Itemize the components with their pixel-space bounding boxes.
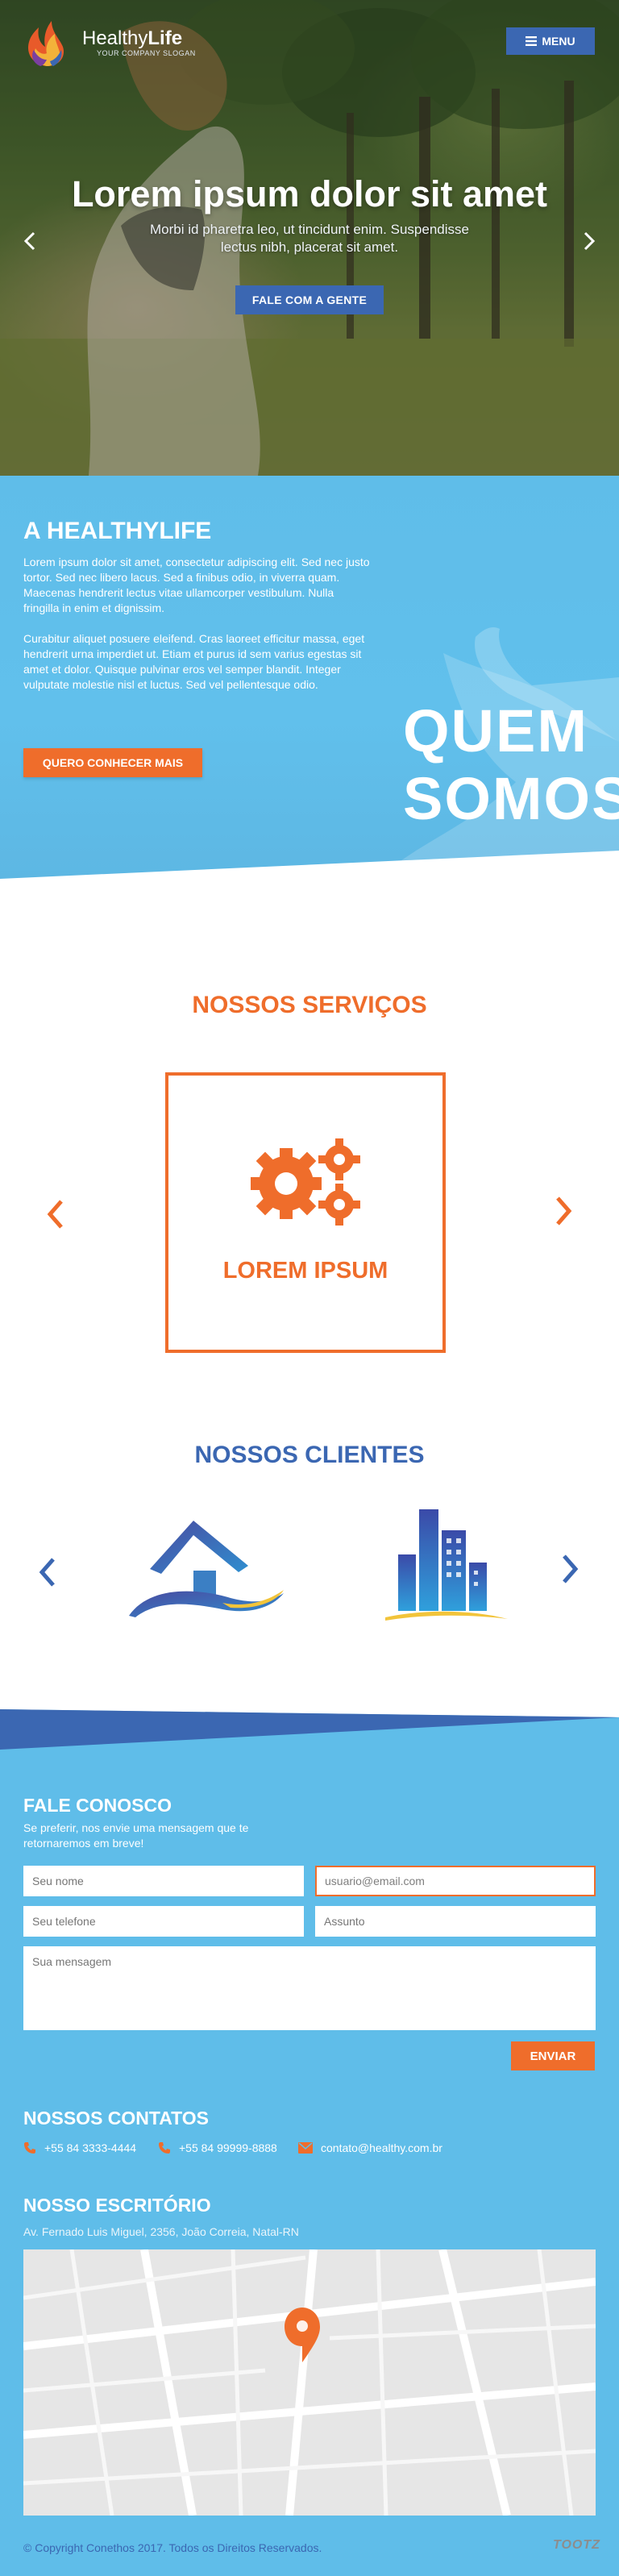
clients-next-icon[interactable] [556,1551,584,1587]
name-field[interactable] [23,1866,304,1896]
hero-banner: HealthyLife YOUR COMPANY SLOGAN MENU Lor… [0,0,619,476]
about-heading-line-1: QUEM [403,697,588,764]
flame-logo-icon [27,21,64,66]
phone-contact-1[interactable]: +55 84 3333-4444 [23,2141,136,2154]
learn-more-button[interactable]: QUERO CONHECER MAIS [23,748,202,777]
phone-icon [24,2142,35,2154]
footer-credit-logo[interactable]: TOOTZ [553,2538,600,2553]
email-field[interactable] [315,1866,596,1896]
about-paragraph-2: Curabitur aliquet posuere eleifend. Cras… [23,632,365,691]
gears-icon [251,1138,360,1226]
services-title: NOSSOS SERVIÇOS [192,992,427,1018]
about-heading-large: QUEM SOMOS [403,697,619,833]
hamburger-icon [526,36,538,46]
menu-button[interactable]: MENU [506,27,595,55]
client-buildings-logo[interactable] [382,1506,511,1627]
hero-subtitle: Morbi id pharetra leo, ut tincidunt enim… [150,222,469,255]
office-title: NOSSO ESCRITÓRIO [23,2195,211,2216]
message-field[interactable] [23,1946,596,2030]
contact-intro: Se preferir, nos envie uma mensagem que … [23,1821,249,1850]
service-card[interactable]: LOREM IPSUM [165,1072,446,1353]
send-button[interactable]: ENVIAR [511,2041,595,2070]
services-next-icon[interactable] [550,1193,577,1229]
phone-icon [159,2142,170,2154]
clients-prev-icon[interactable] [34,1554,61,1590]
logo[interactable]: HealthyLife YOUR COMPANY SLOGAN [23,18,196,68]
brand-tagline: YOUR COMPANY SLOGAN [97,49,196,57]
about-paragraph-1: Lorem ipsum dolor sit amet, consectetur … [23,556,370,614]
envelope-icon [298,2142,313,2154]
office-address: Av. Fernado Luis Miguel, 2356, João Corr… [23,2225,299,2238]
subject-field[interactable] [315,1906,596,1937]
footer-copyright: © Copyright Conethos 2017. Todos os Dire… [23,2541,322,2554]
chevron-right-icon[interactable] [580,229,598,253]
service-card-label: LOREM IPSUM [222,1258,388,1284]
email-text: contato@healthy.com.br [321,2141,442,2154]
menu-label: MENU [542,35,575,48]
about-title: A HEALTHYLIFE [23,518,212,544]
about-text: Lorem ipsum dolor sit amet, consectetur … [23,555,370,693]
about-section: A HEALTHYLIFE Lorem ipsum dolor sit amet… [0,476,619,879]
brand-name: HealthyLife [82,27,183,49]
client-house-logo[interactable] [126,1513,287,1625]
contacts-title: NOSSOS CONTATOS [23,2108,210,2129]
clients-title: NOSSOS CLIENTES [194,1442,425,1468]
chevron-left-icon[interactable] [21,229,39,253]
phone-1-text: +55 84 3333-4444 [44,2141,137,2154]
office-map[interactable] [23,2249,596,2516]
hero-title: Lorem ipsum dolor sit amet [71,173,548,214]
about-heading-line-2: SOMOS [403,765,619,832]
phone-2-text: +55 84 99999-8888 [179,2141,277,2154]
email-contact[interactable]: contato@healthy.com.br [298,2141,442,2154]
phone-contact-2[interactable]: +55 84 99999-8888 [158,2141,277,2154]
map-streets [23,2249,596,2516]
contact-title: FALE CONOSCO [23,1795,172,1816]
phone-field[interactable] [23,1906,304,1937]
services-prev-icon[interactable] [42,1196,69,1232]
contact-us-button[interactable]: FALE COM A GENTE [235,285,384,314]
